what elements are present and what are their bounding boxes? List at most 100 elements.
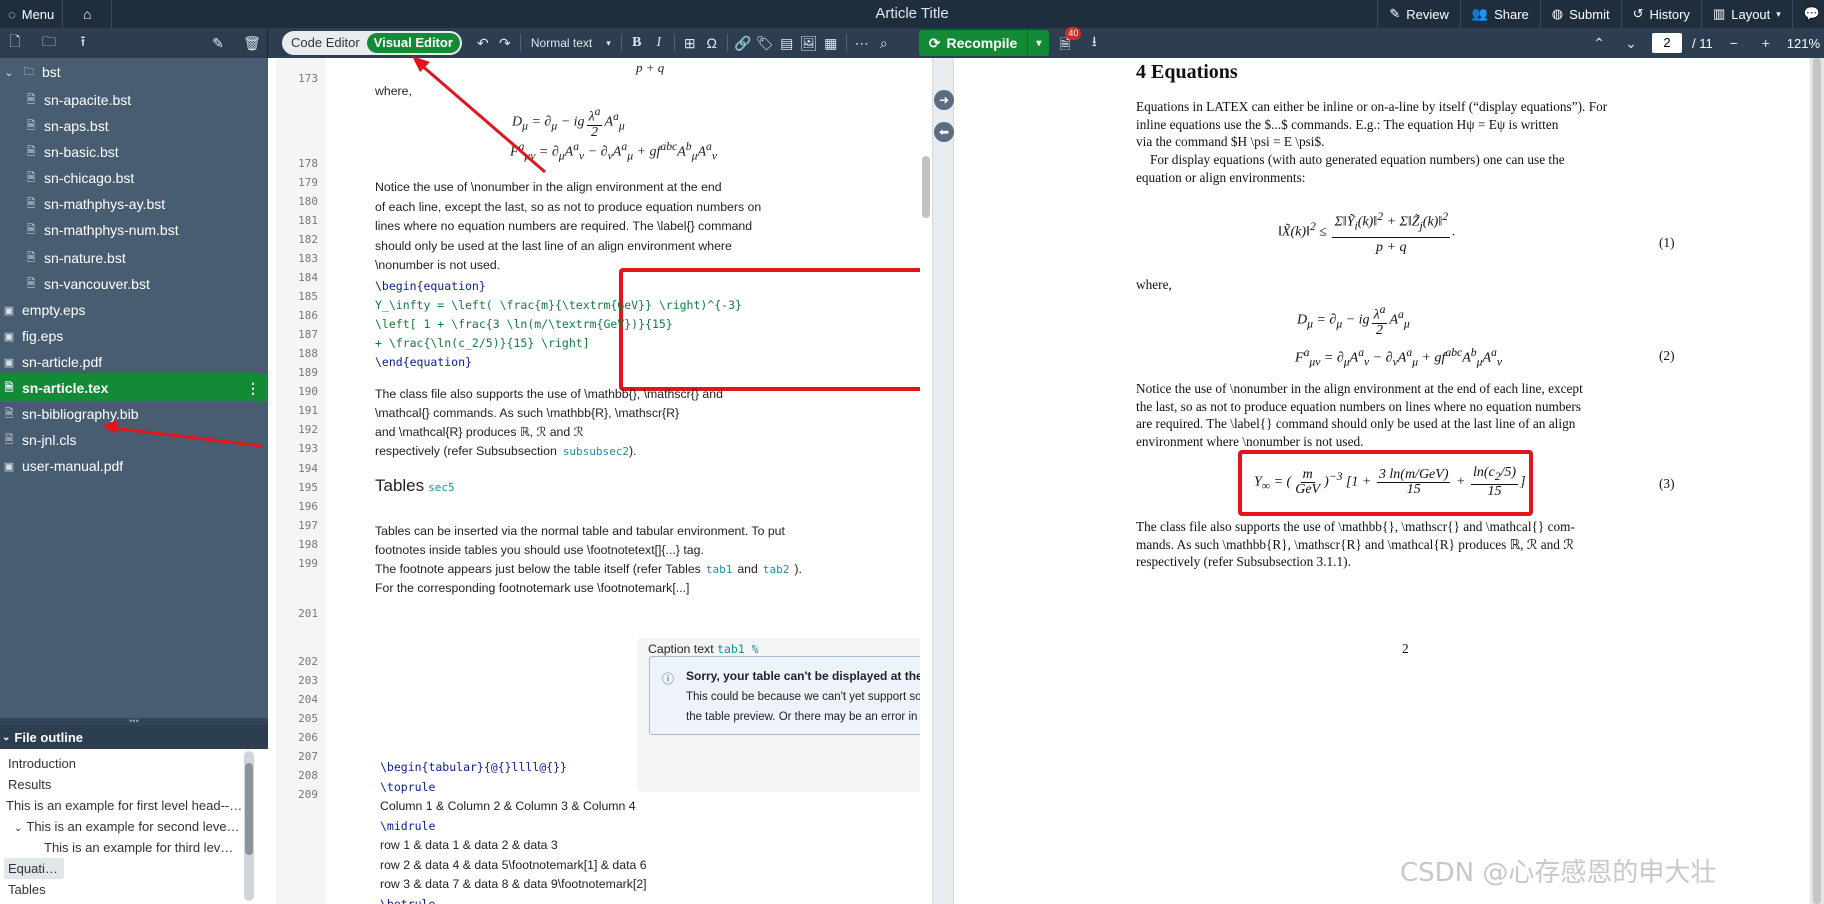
text-style-select[interactable]: Normal text ▾ [525, 36, 617, 50]
recompile-options-button[interactable]: ▾ [1027, 30, 1049, 56]
outline-item[interactable]: Introduction [8, 753, 76, 774]
outline-item[interactable]: This is an example for third level... [44, 837, 240, 858]
warning-title: Sorry, your table can't be displayed at … [686, 669, 932, 683]
sync-to-code-icon[interactable]: ⬅ [934, 122, 954, 142]
file-item[interactable]: ▣ sn-article.pdf [0, 348, 268, 376]
math-icon[interactable]: ⊞ [679, 32, 701, 54]
reference-icon[interactable]: ▤ [776, 32, 798, 54]
recompile-button[interactable]: ⟳ Recompile ▾ [918, 30, 1050, 56]
tables-label[interactable]: sec5 [428, 481, 455, 494]
tabular-code-line[interactable]: row 2 & data 4 & data 5\footnotemark[1] … [380, 858, 647, 872]
zoom-in-icon[interactable]: + [1755, 32, 1777, 54]
editor-mode-toggle[interactable]: Code Editor Visual Editor [282, 31, 462, 55]
search-icon[interactable]: ⌕ [873, 32, 895, 54]
menu-label: Menu [21, 6, 55, 22]
chat-button[interactable]: 💬 [1791, 0, 1824, 28]
outline-item[interactable]: Equations [4, 858, 64, 879]
italic-icon[interactable]: I [648, 32, 670, 54]
file-item[interactable]: 🗎 sn-jnl.cls [0, 426, 268, 454]
pdf-viewer[interactable]: 4 Equations ‖X̃(k)‖2 ≤ Σ‖Ỹi(k)‖2 + Σ‖Z̃j… [954, 58, 1824, 904]
tabular-code-line[interactable]: \begin{tabular}{@{}llll@{}} [380, 760, 567, 774]
new-folder-icon[interactable]: 🗀 [38, 32, 60, 54]
editor-scrollbar[interactable] [920, 58, 932, 904]
delete-icon[interactable]: 🗑 [241, 32, 263, 54]
tabular-code-line[interactable]: \midrule [380, 819, 435, 833]
caption-label[interactable]: tab1 % [717, 642, 759, 656]
outline-item[interactable]: ⌄ This is an example for second level h..… [14, 816, 240, 837]
outline-item[interactable]: This is an example for first level head-… [6, 795, 244, 816]
file-item[interactable]: ▣ empty.eps [0, 296, 268, 324]
tabular-code-line[interactable]: \botrule [380, 897, 435, 904]
line-number: 198 [298, 538, 318, 551]
file-outline-header[interactable]: ⌄ File outline [0, 725, 268, 749]
file-item[interactable]: 🗎 sn-basic.bst [0, 138, 268, 166]
share-button[interactable]: 👥 Share [1459, 0, 1540, 28]
new-file-icon[interactable]: 🗋 [4, 32, 26, 54]
menu-button[interactable]: ◌ Menu [0, 0, 62, 28]
tag-icon[interactable]: 🏷 [754, 32, 776, 54]
pane-splitter[interactable]: ➜ ⬅ [932, 58, 954, 904]
tabular-code-line[interactable]: row 1 & data 1 & data 2 & data 3 [380, 838, 558, 852]
tabular-code-line[interactable]: row 3 & data 7 & data 8 & data 9\footnot… [380, 877, 647, 891]
file-item[interactable]: ▣ fig.eps [0, 322, 268, 350]
file-item[interactable]: 🗎 sn-bibliography.bib [0, 400, 268, 428]
table-reference[interactable]: tab1 [706, 563, 733, 576]
download-icon[interactable]: ⭳ [1083, 32, 1105, 54]
page-number-input[interactable]: 2 [1652, 33, 1683, 53]
equation-code-line[interactable]: Y_\infty = \left( \frac{m}{\textrm{GeV}}… [375, 298, 742, 312]
equation-code-line[interactable]: \left[ 1 + \frac{3 \ln(m/\textrm{GeV})}{… [375, 317, 673, 331]
paragraph-line: of each line, except the last, so as not… [375, 199, 762, 214]
table-preview[interactable]: Caption text tab1 % ⓘ Sorry, your table … [637, 638, 932, 792]
file-item[interactable]: 🗎 sn-nature.bst [0, 244, 268, 272]
pdf-scrollbar[interactable] [1810, 58, 1824, 904]
file-item[interactable]: 🗎 sn-apacite.bst [0, 86, 268, 114]
visual-editor-option[interactable]: Visual Editor [366, 33, 460, 53]
equation-code-line[interactable]: \begin{equation} [375, 279, 486, 293]
bold-icon[interactable]: B [626, 32, 648, 54]
outline-item[interactable]: Results [8, 774, 51, 795]
review-button[interactable]: ✎ Review [1377, 0, 1460, 28]
chevron-up-icon[interactable]: ⌃ [1588, 32, 1610, 54]
zoom-level[interactable]: 121% [1787, 36, 1820, 51]
outline-scrollbar[interactable] [244, 751, 254, 901]
table-reference[interactable]: tab2 [763, 563, 790, 576]
tabular-code-line[interactable]: Column 1 & Column 2 & Column 3 & Column … [380, 799, 636, 813]
file-item[interactable]: 🗎 sn-mathphys-num.bst [0, 216, 268, 244]
file-item[interactable]: 🗎 sn-article.tex ⋮ [0, 374, 268, 402]
rename-icon[interactable]: ✎ [207, 32, 229, 54]
tables-heading: Tables sec5 [375, 476, 455, 496]
layout-button[interactable]: ▥ Layout ▾ [1700, 0, 1792, 28]
visual-editor-pane[interactable]: 173 178 179 180 181 182 183 184 185 186 187 188 189 1… [268, 58, 932, 904]
zoom-out-icon[interactable]: − [1723, 32, 1745, 54]
table-icon[interactable]: ▦ [820, 32, 842, 54]
history-button[interactable]: ↺ History [1620, 0, 1701, 28]
symbol-icon[interactable]: Ω [701, 32, 723, 54]
file-item[interactable]: 🗎 sn-mathphys-ay.bst [0, 190, 268, 218]
more-icon[interactable]: ⋯ [851, 32, 873, 54]
overleaf-logo-icon: ◌ [8, 6, 16, 22]
file-item[interactable]: ⌄ 🗀 bst [0, 58, 268, 86]
sync-to-pdf-icon[interactable]: ➜ [934, 90, 954, 110]
undo-icon[interactable]: ↶ [472, 32, 494, 54]
outline-splitter[interactable]: ••• [0, 717, 268, 726]
file-item[interactable]: 🗎 sn-vancouver.bst [0, 270, 268, 298]
equation-code-line[interactable]: + \frac{\ln(c_2/5)}{15} \right] [375, 336, 590, 350]
pdf-equation-fmunu: Faμν = ∂μAaν − ∂νAaμ + gfabcAbμAaν [1295, 346, 1503, 369]
more-options-icon[interactable]: ⋮ [246, 380, 260, 397]
equation-code-line[interactable]: \end{equation} [375, 355, 472, 369]
logs-button[interactable]: 🗎 40 [1059, 27, 1082, 52]
outline-item[interactable]: Tables [8, 879, 46, 900]
code-editor-option[interactable]: Code Editor [284, 33, 367, 53]
redo-icon[interactable]: ↷ [494, 32, 516, 54]
upload-icon[interactable]: ⭱ [72, 32, 94, 54]
file-item[interactable]: ▣ user-manual.pdf [0, 452, 268, 480]
link-icon[interactable]: 🔗 [732, 32, 754, 54]
submit-button[interactable]: ◍ Submit [1539, 0, 1621, 28]
chevron-down-icon[interactable]: ⌄ [1620, 32, 1642, 54]
image-icon[interactable]: 🖼 [798, 32, 820, 54]
file-item[interactable]: 🗎 sn-aps.bst [0, 112, 268, 140]
file-item[interactable]: 🗎 sn-chicago.bst [0, 164, 268, 192]
tabular-code-line[interactable]: \toprule [380, 780, 435, 794]
subsubsec-reference[interactable]: subsubsec2 [563, 445, 629, 458]
home-button[interactable]: ⌂ [62, 0, 113, 28]
